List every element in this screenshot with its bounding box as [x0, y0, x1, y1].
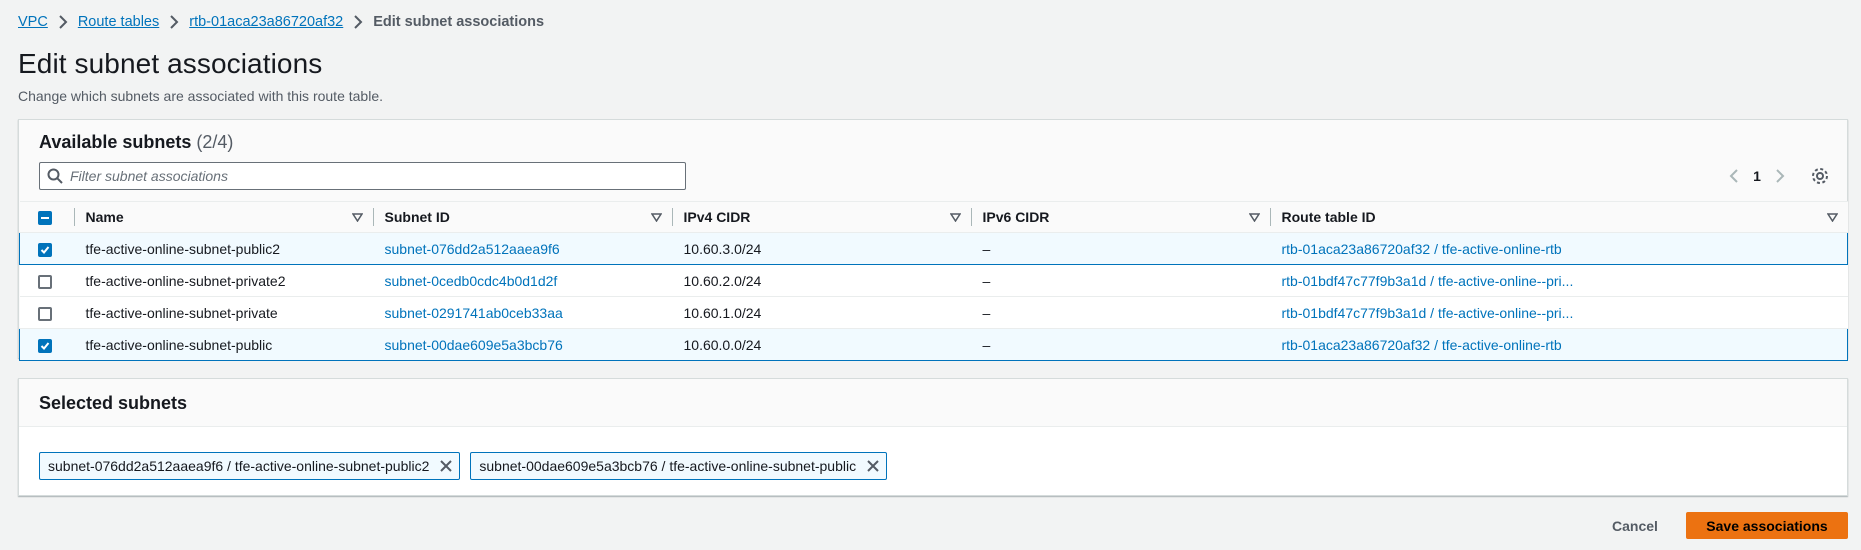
- row-checkbox[interactable]: [38, 338, 52, 353]
- sort-icon[interactable]: [351, 209, 363, 225]
- column-label: Name: [85, 209, 124, 225]
- selected-subnet-tokens: subnet-076dd2a512aaea9f6 / tfe-active-on…: [39, 452, 888, 480]
- ipv6-cidr: –: [970, 328, 1270, 361]
- ipv4-cidr: 10.60.3.0/24: [671, 232, 971, 265]
- column-header-subnet-id[interactable]: Subnet ID: [372, 201, 672, 233]
- ipv6-cidr: –: [970, 232, 1270, 265]
- route-table-link[interactable]: rtb-01bdf47c77f9b3a1d / tfe-active-onlin…: [1269, 264, 1848, 297]
- subnet-name: tfe-active-online-subnet-public: [73, 328, 373, 361]
- previous-page-icon[interactable]: [1721, 168, 1747, 184]
- select-all-header: [19, 201, 74, 233]
- chevron-right-icon: [343, 15, 373, 29]
- gear-icon[interactable]: [1811, 167, 1829, 185]
- table-row[interactable]: tfe-active-online-subnet-private2 subnet…: [19, 264, 1848, 297]
- token-label: subnet-00dae609e5a3bcb76 / tfe-active-on…: [479, 458, 857, 474]
- column-header-ipv4-cidr[interactable]: IPv4 CIDR: [671, 201, 971, 233]
- subnet-name: tfe-active-online-subnet-private: [73, 296, 373, 329]
- row-select-cell: [19, 232, 74, 265]
- subnet-id-link[interactable]: subnet-00dae609e5a3bcb76: [372, 328, 672, 361]
- subnets-table: Name Subnet ID IPv4 CIDR IPv6 CIDR Route…: [19, 201, 1848, 361]
- filter-field[interactable]: [39, 162, 686, 190]
- breadcrumb-link-route-table[interactable]: rtb-01aca23a86720af32: [189, 14, 343, 30]
- chevron-right-icon: [159, 15, 189, 29]
- subnet-id-link[interactable]: subnet-0cedb0cdc4b0d1d2f: [372, 264, 672, 297]
- breadcrumb-current: Edit subnet associations: [373, 14, 545, 30]
- pagination: 1: [1721, 164, 1829, 188]
- column-header-route-table-id[interactable]: Route table ID: [1269, 201, 1848, 233]
- select-all-checkbox[interactable]: [37, 211, 52, 226]
- sort-icon[interactable]: [949, 209, 961, 225]
- chevron-right-icon: [48, 15, 78, 29]
- table-row[interactable]: tfe-active-online-subnet-public subnet-0…: [19, 328, 1848, 361]
- selected-subnets-header: Selected subnets: [19, 379, 1847, 427]
- page-number[interactable]: 1: [1747, 168, 1767, 184]
- breadcrumb-link-vpc[interactable]: VPC: [18, 14, 48, 30]
- route-table-link[interactable]: rtb-01bdf47c77f9b3a1d / tfe-active-onlin…: [1269, 296, 1848, 329]
- selected-subnets-panel: Selected subnets subnet-076dd2a512aaea9f…: [18, 378, 1848, 496]
- available-subnets-heading: Available subnets: [39, 132, 192, 152]
- subnet-id-link[interactable]: subnet-076dd2a512aaea9f6: [372, 232, 672, 265]
- column-header-name[interactable]: Name: [73, 201, 373, 233]
- column-label: Route table ID: [1281, 209, 1376, 225]
- token-label: subnet-076dd2a512aaea9f6 / tfe-active-on…: [48, 458, 430, 474]
- available-subnets-panel: Available subnets (2/4) 1: [18, 119, 1848, 361]
- ipv6-cidr: –: [970, 296, 1270, 329]
- row-select-cell: [19, 328, 74, 361]
- subnet-name: tfe-active-online-subnet-private2: [73, 264, 373, 297]
- filter-input[interactable]: [70, 168, 670, 184]
- available-subnets-header: Available subnets (2/4) 1: [19, 120, 1847, 202]
- table-row[interactable]: tfe-active-online-subnet-private subnet-…: [19, 296, 1848, 329]
- table-header-row: Name Subnet ID IPv4 CIDR IPv6 CIDR Route…: [19, 201, 1848, 233]
- subnet-name: tfe-active-online-subnet-public2: [73, 232, 373, 265]
- column-label: Subnet ID: [384, 209, 450, 225]
- row-select-cell: [19, 264, 74, 297]
- cancel-button[interactable]: Cancel: [1598, 512, 1672, 539]
- sort-icon[interactable]: [1826, 209, 1838, 225]
- next-page-icon[interactable]: [1767, 168, 1793, 184]
- sort-icon[interactable]: [1248, 209, 1260, 225]
- row-checkbox[interactable]: [37, 274, 52, 289]
- selected-subnet-token: subnet-00dae609e5a3bcb76 / tfe-active-on…: [470, 452, 888, 480]
- available-subnets-title: Available subnets (2/4): [39, 132, 233, 153]
- close-icon[interactable]: [866, 459, 880, 473]
- column-header-ipv6-cidr[interactable]: IPv6 CIDR: [970, 201, 1270, 233]
- route-table-link[interactable]: rtb-01aca23a86720af32 / tfe-active-onlin…: [1269, 328, 1848, 361]
- row-checkbox[interactable]: [38, 242, 52, 257]
- close-icon[interactable]: [439, 459, 453, 473]
- route-table-link[interactable]: rtb-01aca23a86720af32 / tfe-active-onlin…: [1269, 232, 1848, 265]
- search-icon: [40, 168, 70, 184]
- available-subnets-count: (2/4): [196, 132, 234, 152]
- ipv4-cidr: 10.60.0.0/24: [671, 328, 971, 361]
- ipv4-cidr: 10.60.1.0/24: [671, 296, 971, 329]
- row-checkbox[interactable]: [37, 306, 52, 321]
- column-label: IPv6 CIDR: [982, 209, 1050, 225]
- ipv6-cidr: –: [970, 264, 1270, 297]
- selected-subnets-title: Selected subnets: [39, 393, 188, 413]
- page-title: Edit subnet associations: [18, 48, 323, 79]
- column-label: IPv4 CIDR: [683, 209, 751, 225]
- sort-icon[interactable]: [650, 209, 662, 225]
- row-select-cell: [19, 296, 74, 329]
- subnet-id-link[interactable]: subnet-0291741ab0ceb33aa: [372, 296, 672, 329]
- selected-subnet-token: subnet-076dd2a512aaea9f6 / tfe-active-on…: [39, 452, 461, 480]
- breadcrumb-link-route-tables[interactable]: Route tables: [78, 14, 159, 30]
- breadcrumb: VPC Route tables rtb-01aca23a86720af32 E…: [18, 13, 544, 31]
- save-associations-button[interactable]: Save associations: [1686, 512, 1848, 539]
- ipv4-cidr: 10.60.2.0/24: [671, 264, 971, 297]
- page-description: Change which subnets are associated with…: [18, 88, 383, 104]
- table-row[interactable]: tfe-active-online-subnet-public2 subnet-…: [19, 232, 1848, 265]
